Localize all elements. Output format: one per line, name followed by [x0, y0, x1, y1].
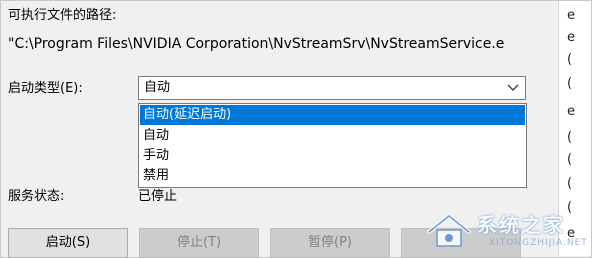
strip-fragment: ( — [567, 52, 573, 67]
watermark: 系统之家 XITONGZHIJIA.NET — [425, 208, 588, 252]
startup-type-select[interactable]: 自动 — [138, 76, 526, 100]
watermark-text: 系统之家 — [477, 213, 565, 237]
option-manual[interactable]: 手动 — [140, 146, 525, 166]
startup-type-dropdown-list: 自动(延迟启动) 自动 手动 禁用 — [138, 103, 527, 188]
strip-fragment: ( — [567, 176, 573, 191]
executable-path-value: "C:\Program Files\NVIDIA Corporation\NvS… — [8, 36, 505, 52]
executable-path-label: 可执行文件的路径: — [8, 8, 117, 23]
strip-fragment: ( — [567, 152, 573, 167]
strip-fragment: ( — [567, 130, 573, 145]
stop-button[interactable]: 停止(T) — [139, 228, 259, 258]
service-status-label: 服务状态: — [8, 189, 65, 204]
service-status-value: 已停止 — [138, 189, 178, 204]
house-logo-icon — [427, 214, 471, 247]
startup-type-label: 启动类型(E): — [8, 81, 83, 96]
strip-fragment: e — [567, 104, 575, 119]
strip-fragment: e — [567, 8, 575, 23]
pause-button[interactable]: 暂停(P) — [270, 228, 390, 258]
start-button[interactable]: 启动(S) — [8, 228, 128, 258]
option-disabled[interactable]: 禁用 — [140, 166, 525, 186]
option-automatic[interactable]: 自动 — [140, 126, 525, 146]
strip-fragment: ( — [567, 76, 573, 91]
chevron-down-icon — [507, 84, 519, 91]
option-automatic-delayed[interactable]: 自动(延迟启动) — [140, 105, 525, 125]
watermark-subtext: XITONGZHIJIA.NET — [489, 238, 588, 248]
startup-type-selected-value: 自动 — [144, 80, 171, 95]
strip-fragment: e — [567, 30, 575, 45]
